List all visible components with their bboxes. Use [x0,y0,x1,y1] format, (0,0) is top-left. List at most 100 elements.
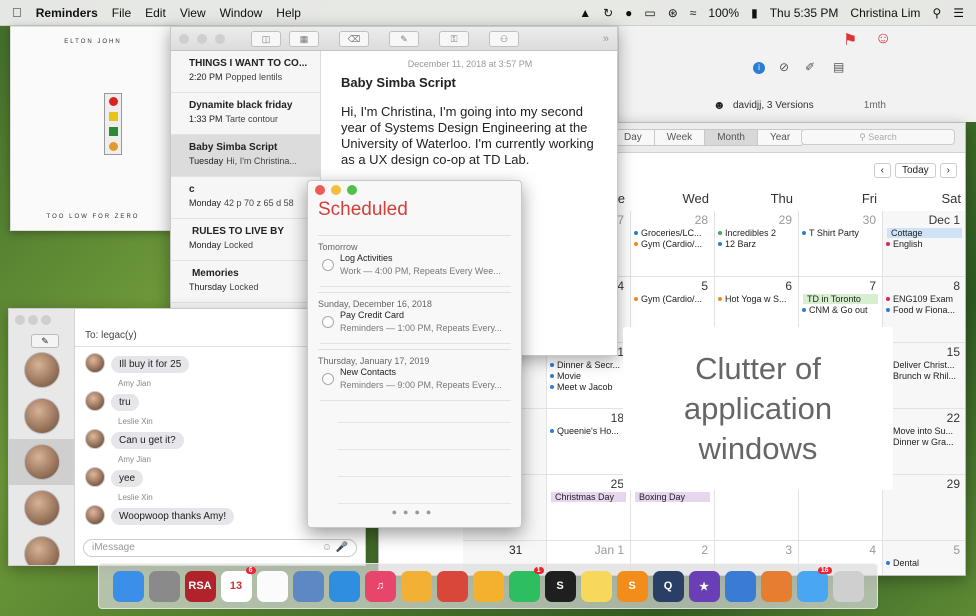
calendar-event[interactable]: Queenie's Ho... [547,426,630,436]
calendar-event[interactable]: Hot Yoga w S... [715,294,798,304]
battery-icon[interactable]: ▮ [751,6,758,20]
calendar-day-cell[interactable]: 8 ENG109 Exam Food w Fiona... [883,277,965,343]
note-list-item[interactable]: Dynamite black friday 1:33 PM Tarte contou… [171,93,320,135]
zoom-button[interactable] [347,185,357,195]
conversation-item[interactable] [9,485,74,531]
calendar-event[interactable]: ENG109 Exam [883,294,965,304]
calendar-day-cell[interactable]: 30 T Shirt Party [799,211,883,277]
reminder-checkbox[interactable] [322,259,334,271]
sketch-icon[interactable] [472,570,504,602]
pin-icon[interactable]: ⚑ [843,30,857,50]
safari-icon[interactable] [328,570,360,602]
keynote-icon[interactable] [724,570,756,602]
calendar-event[interactable]: CNM & Go out [799,305,882,315]
view-year[interactable]: Year [757,130,804,145]
apple-menu-icon[interactable]:  [12,5,22,20]
reminder-item[interactable]: Log Activities Work — 4:00 PM, Repeats Ev… [320,251,511,287]
menu-help[interactable]: Help [276,6,301,20]
calendar-event[interactable]: Brunch w Rhil... [883,371,965,381]
calendar-event[interactable]: Dinner w Gra... [883,437,965,447]
menu-file[interactable]: File [112,6,131,20]
minimize-button[interactable] [197,33,207,44]
page-indicator[interactable]: ●●●● [308,507,521,517]
sync-icon[interactable]: ↻ [603,6,613,20]
notification-center-icon[interactable]: ☰ [953,6,964,20]
calendar-day-cell[interactable]: 28 Groceries/LC... Gym (Cardio/... [631,211,715,277]
zoom-button[interactable] [41,315,52,325]
calendar-event[interactable]: Movie [547,371,630,381]
hide-icon[interactable]: ⊘ [779,60,789,74]
slides-icon[interactable]: S [616,570,648,602]
calendar-event[interactable]: 12 Barz [715,239,798,249]
chrome-icon[interactable] [436,570,468,602]
calendar-icon[interactable]: 13 6 [220,566,256,602]
reminders-icon[interactable] [256,570,288,602]
reminder-item[interactable]: New Contacts Reminders — 9:00 PM, Repeats… [320,365,511,401]
prev-month-button[interactable]: ‹ [873,163,891,178]
empty-reminder-line[interactable] [338,422,511,423]
message-bubble[interactable]: yee [111,470,144,487]
calendar-event[interactable]: Dental [883,558,965,568]
empty-reminder-line[interactable] [338,503,511,504]
compose-icon[interactable]: ✎ [389,30,419,47]
menu-app-name[interactable]: Reminders [36,6,98,20]
photos-icon[interactable] [400,570,432,602]
calendar-day-cell[interactable]: 29 [883,475,965,541]
minimize-button[interactable] [331,185,341,195]
message-bubble[interactable]: Ill buy it for 25 [111,356,190,373]
grid-view-icon[interactable]: ▦ [289,30,319,47]
note-list-item[interactable]: 🔒Memories ThursdayLocked [171,261,320,303]
calendar-event[interactable]: Gym (Cardio/... [631,294,714,304]
calendar-day-cell[interactable]: 18 Queenie's Ho... [547,409,631,475]
minimize-button[interactable] [28,315,39,325]
view-week[interactable]: Week [654,130,706,145]
evernote-status-icon[interactable]: ● [625,6,632,20]
calendar-event[interactable]: Meet w Jacob [547,382,630,392]
empty-reminder-line[interactable] [338,449,511,450]
calendar-event[interactable]: Food w Fiona... [883,305,965,315]
microphone-icon[interactable]: 🎤 [336,542,348,553]
info-icon[interactable]: i [753,62,765,74]
finder-icon[interactable] [112,570,144,602]
calendar-event[interactable]: Christmas Day [551,492,626,502]
comment-icon[interactable]: ▤ [833,60,844,74]
calendar-event[interactable]: T Shirt Party [799,228,882,238]
preview-icon[interactable] [292,570,324,602]
reminder-checkbox[interactable] [322,316,334,328]
reminder-item[interactable]: Pay Credit Card Reminders — 1:00 PM, Repe… [320,308,511,344]
calendar-event[interactable]: TD in Toronto [803,294,878,304]
conversation-item[interactable] [9,393,74,439]
close-button[interactable] [15,315,25,325]
calendar-day-cell[interactable]: 25 Christmas Day [547,475,631,541]
note-list-item[interactable]: c Monday 42 p 70 z 65 d 58 [171,177,320,219]
user-name[interactable]: Christina Lim [850,6,920,20]
calendar-event[interactable]: Incredibles 2 [715,228,798,238]
hat-icon[interactable]: ▲ [579,6,591,20]
calendar-event[interactable]: Boxing Day [635,492,710,502]
spotlight-icon[interactable]: ⚲ [932,6,941,20]
view-month[interactable]: Month [705,130,758,145]
clock[interactable]: Thu 5:35 PM [770,6,839,20]
calendar-event[interactable]: Dinner & Secr... [547,360,630,370]
today-button[interactable]: Today [894,163,936,178]
calendar-event[interactable]: Gym (Cardio/... [631,239,714,249]
trash-button-icon[interactable]: ⌫ [339,30,369,47]
message-input[interactable]: iMessage ☺ 🎤 [83,539,357,557]
calendar-day-cell[interactable]: 22 Move into Su... Dinner w Gra... [883,409,965,475]
battery-percent[interactable]: 100% [708,6,739,20]
calendar-day-cell[interactable]: Dec 1 Cottage English [883,211,965,277]
next-month-button[interactable]: › [939,163,957,178]
view-day[interactable]: Day [612,130,655,145]
menu-window[interactable]: Window [220,6,263,20]
eyedropper-icon[interactable]: ✐ [805,60,815,74]
share-icon[interactable]: ⚇ [489,30,519,47]
note-list-item[interactable]: THINGS I WANT TO CO... 2:20 PM Popped lent… [171,51,320,93]
zoom-button[interactable] [215,33,225,44]
calendar-search[interactable]: ⚲ Search [801,129,955,145]
bluetooth-icon[interactable]: ⊛ [668,6,678,20]
quicktime-icon[interactable]: Q [652,570,684,602]
calendar-event[interactable]: Move into Su... [883,426,965,436]
emoji-icon[interactable]: ☺ [322,542,332,553]
calendar-event[interactable]: Groceries/LC... [631,228,714,238]
note-list-item[interactable]: Baby Simba Script Tuesday Hi, I'm Christin… [171,135,320,177]
